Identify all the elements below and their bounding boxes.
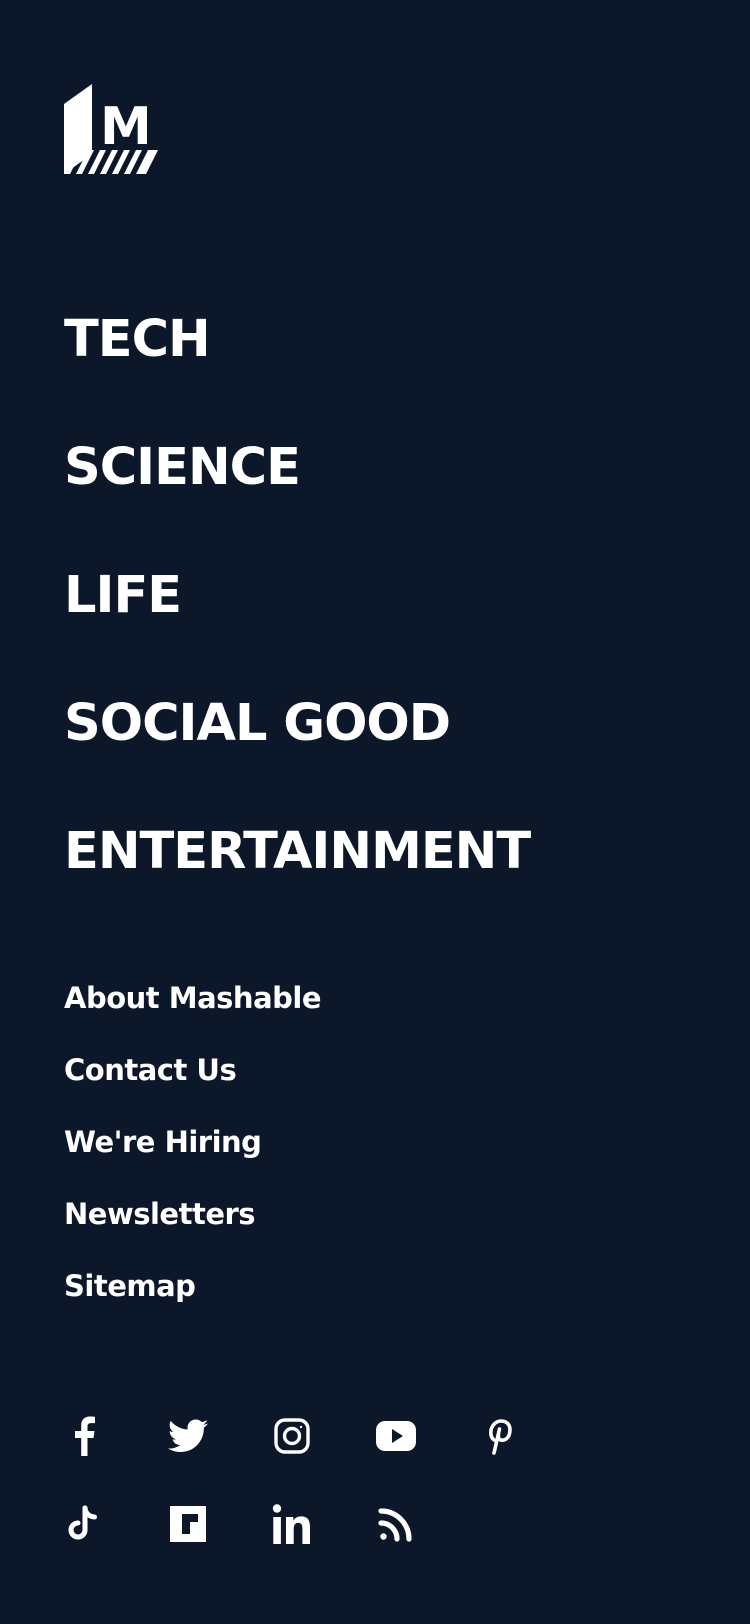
link-label[interactable]: Contact Us bbox=[64, 1053, 237, 1087]
nav-item-entertainment[interactable]: ENTERTAINMENT bbox=[64, 812, 531, 940]
nav-item-label[interactable]: ENTERTAINMENT bbox=[64, 822, 531, 881]
link-label[interactable]: About Mashable bbox=[64, 981, 322, 1015]
social-row bbox=[64, 1502, 604, 1546]
instagram-icon bbox=[272, 1414, 312, 1458]
tiktok-link[interactable] bbox=[64, 1502, 168, 1546]
link-label[interactable]: Newsletters bbox=[64, 1197, 256, 1231]
linkedin-icon bbox=[272, 1502, 312, 1546]
link-sitemap[interactable]: Sitemap bbox=[64, 1264, 321, 1336]
link-contact-us[interactable]: Contact Us bbox=[64, 1048, 321, 1120]
flipboard-link[interactable] bbox=[168, 1502, 272, 1546]
nav-item-label[interactable]: LIFE bbox=[64, 566, 182, 625]
section-nav: TECH SCIENCE LIFE SOCIAL GOOD ENTERTAINM… bbox=[64, 300, 531, 940]
link-were-hiring[interactable]: We're Hiring bbox=[64, 1120, 321, 1192]
tiktok-icon bbox=[64, 1502, 104, 1546]
flipboard-icon bbox=[168, 1502, 208, 1546]
twitter-link[interactable] bbox=[168, 1414, 272, 1458]
link-about-mashable[interactable]: About Mashable bbox=[64, 976, 322, 1048]
rss-link[interactable] bbox=[376, 1502, 480, 1546]
facebook-icon bbox=[64, 1414, 104, 1458]
facebook-link[interactable] bbox=[64, 1414, 168, 1458]
mashable-logo-icon[interactable]: M bbox=[64, 84, 160, 176]
youtube-link[interactable] bbox=[376, 1414, 480, 1458]
pinterest-link[interactable] bbox=[480, 1414, 584, 1458]
nav-item-label[interactable]: TECH bbox=[64, 310, 211, 369]
instagram-link[interactable] bbox=[272, 1414, 376, 1458]
link-label[interactable]: Sitemap bbox=[64, 1269, 196, 1303]
logo-letter: M bbox=[100, 97, 152, 157]
nav-item-tech[interactable]: TECH bbox=[64, 300, 530, 428]
nav-item-science[interactable]: SCIENCE bbox=[64, 428, 530, 556]
youtube-icon bbox=[376, 1414, 416, 1458]
nav-item-social-good[interactable]: SOCIAL GOOD bbox=[64, 684, 530, 812]
nav-item-label[interactable]: SOCIAL GOOD bbox=[64, 694, 451, 753]
nav-item-label[interactable]: SCIENCE bbox=[64, 438, 301, 497]
footer-links: About Mashable Contact Us We're Hiring N… bbox=[64, 976, 322, 1336]
link-label[interactable]: We're Hiring bbox=[64, 1125, 262, 1159]
linkedin-link[interactable] bbox=[272, 1502, 376, 1546]
social-row bbox=[64, 1414, 604, 1458]
link-newsletters[interactable]: Newsletters bbox=[64, 1192, 321, 1264]
rss-icon bbox=[376, 1502, 416, 1546]
twitter-icon bbox=[168, 1414, 208, 1458]
nav-item-life[interactable]: LIFE bbox=[64, 556, 530, 684]
pinterest-icon bbox=[480, 1414, 520, 1458]
social-links bbox=[64, 1414, 604, 1590]
